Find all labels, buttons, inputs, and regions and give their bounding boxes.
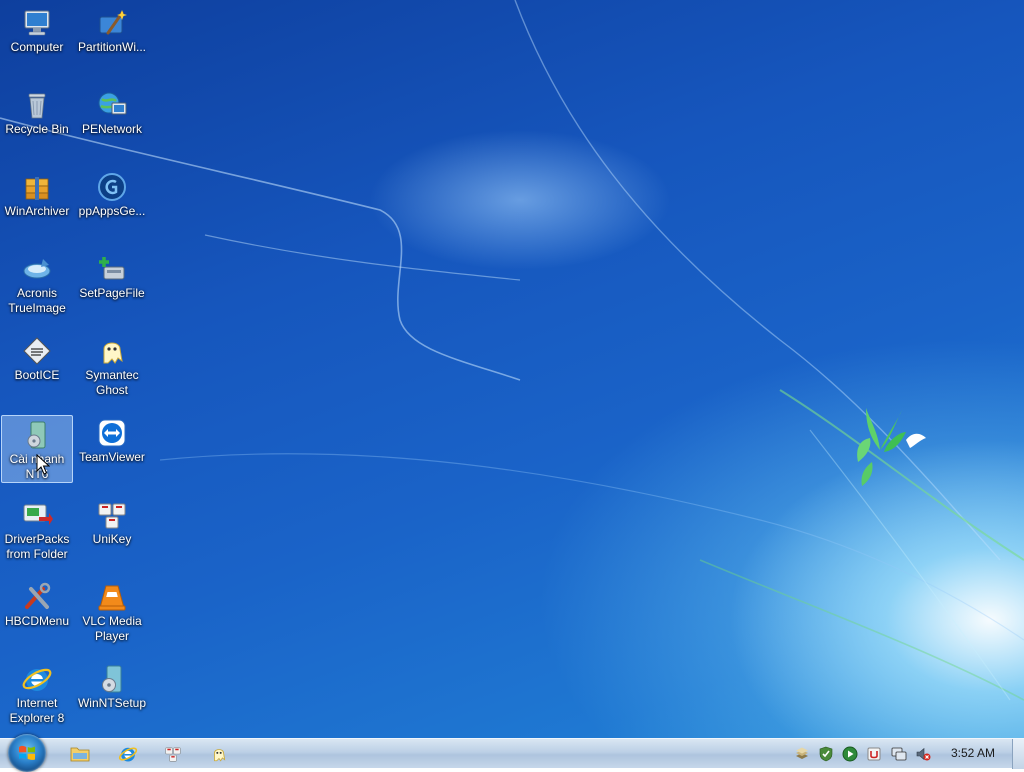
tray-unikey[interactable] xyxy=(866,746,882,762)
internet-explorer-icon xyxy=(118,747,138,762)
desktop-icon-label: Internet Explorer 8 xyxy=(9,696,65,725)
desktop-icon-label: Acronis TrueImage xyxy=(8,286,66,315)
unikey-tray-icon xyxy=(867,747,881,761)
desktop-icon-label: SetPageFile xyxy=(79,286,145,300)
desktop-icon-driverpacks[interactable]: DriverPacks from Folder xyxy=(1,496,73,564)
tray-volume[interactable] xyxy=(915,746,931,762)
desktop-icon-label: WinArchiver xyxy=(4,204,70,218)
unikey-icon xyxy=(95,498,129,532)
taskbar-pinned-ghost[interactable] xyxy=(207,742,231,766)
mouse-cursor-icon xyxy=(36,454,50,475)
desktop-icon-label: ppAppsGe... xyxy=(78,204,146,218)
desktop-icon-unikey[interactable]: UniKey xyxy=(76,496,148,564)
archiver-icon xyxy=(20,170,54,204)
computer-icon xyxy=(20,6,54,40)
desktop-icon-label: VLC Media Player xyxy=(82,614,142,643)
vlc-icon xyxy=(95,580,129,614)
desktop-icon-setpagefile[interactable]: SetPageFile xyxy=(76,250,148,318)
start-button[interactable] xyxy=(8,734,46,772)
tray-network[interactable] xyxy=(891,746,907,762)
network-icon xyxy=(95,88,129,122)
recycle-bin-icon xyxy=(20,88,54,122)
desktop-icon-hbcdmenu[interactable]: HBCDMenu xyxy=(1,578,73,646)
teamviewer-icon xyxy=(95,416,129,450)
folder-icon xyxy=(70,747,90,762)
desktop-icon-label: Recycle Bin xyxy=(5,122,69,136)
tray-shield[interactable] xyxy=(818,746,834,762)
unikey-icon xyxy=(165,747,181,762)
desktop-icon-label: BootICE xyxy=(14,368,60,382)
taskbar-pinned-unikey[interactable] xyxy=(161,742,185,766)
desktop-icon-winarchiver[interactable]: WinArchiver xyxy=(1,168,73,236)
ghost-icon xyxy=(214,749,226,762)
acronis-icon xyxy=(20,252,54,286)
network-monitor-icon xyxy=(891,747,907,761)
winntsetup-icon xyxy=(95,662,129,696)
taskbar: 3:52 AM xyxy=(0,734,1024,772)
hbcd-tools-icon xyxy=(20,580,54,614)
desktop-icon-acronis[interactable]: Acronis TrueImage xyxy=(1,250,73,318)
installer-icon xyxy=(20,418,54,452)
play-icon xyxy=(842,746,858,762)
desktop-icon-label: PENetwork xyxy=(81,122,143,136)
desktop-icon-label: PartitionWi... xyxy=(77,40,146,54)
desktop-icon-label: DriverPacks from Folder xyxy=(4,532,70,561)
desktop-icon-recycle-bin[interactable]: Recycle Bin xyxy=(1,86,73,154)
wallpaper-decoration xyxy=(0,0,1024,701)
desktop-icon-label: TeamViewer xyxy=(79,450,145,464)
show-desktop-button[interactable] xyxy=(1012,739,1024,769)
desktop-icon-computer[interactable]: Computer xyxy=(1,4,73,72)
desktop-icon-label: Symantec Ghost xyxy=(85,368,139,397)
windows-logo-icon xyxy=(19,745,35,760)
desktop[interactable]: Computer Recycle Bin WinArchiver Acronis… xyxy=(0,0,1024,738)
driverpacks-icon xyxy=(20,498,54,532)
partition-wizard-icon xyxy=(95,6,129,40)
desktop-icon-ppappsge[interactable]: ppAppsGe... xyxy=(76,168,148,236)
desktop-icon-winntsetup[interactable]: WinNTSetup xyxy=(76,660,148,728)
desktop-icon-internet-explorer[interactable]: Internet Explorer 8 xyxy=(1,660,73,728)
taskbar-pinned-explorer[interactable] xyxy=(68,742,92,766)
desktop-icon-symantec-ghost[interactable]: Symantec Ghost xyxy=(76,332,148,400)
stack-icon xyxy=(796,747,808,759)
desktop-icon-label: Computer xyxy=(10,40,64,54)
desktop-icon-label: WinNTSetup xyxy=(77,696,147,710)
desktop-icon-teamviewer[interactable]: TeamViewer xyxy=(76,414,148,482)
bootice-icon xyxy=(20,334,54,368)
internet-explorer-icon xyxy=(20,662,54,696)
setpagefile-icon xyxy=(95,252,129,286)
desktop-icon-bootice[interactable]: BootICE xyxy=(1,332,73,400)
shield-check-icon xyxy=(819,746,833,762)
desktop-icon-partitionwizard[interactable]: PartitionWi... xyxy=(76,4,148,72)
ghost-icon xyxy=(95,334,129,368)
taskbar-pinned-internet-explorer[interactable] xyxy=(116,742,140,766)
desktop-icon-penetwork[interactable]: PENetwork xyxy=(76,86,148,154)
volume-muted-icon xyxy=(916,747,931,761)
tray-media[interactable] xyxy=(842,746,858,762)
taskbar-clock[interactable]: 3:52 AM xyxy=(940,746,1006,762)
desktop-icon-label: HBCDMenu xyxy=(4,614,70,628)
tray-stack[interactable] xyxy=(794,746,810,762)
desktop-icon-vlc[interactable]: VLC Media Player xyxy=(76,578,148,646)
desktop-icon-label: UniKey xyxy=(92,532,132,546)
ppapps-icon xyxy=(95,170,129,204)
